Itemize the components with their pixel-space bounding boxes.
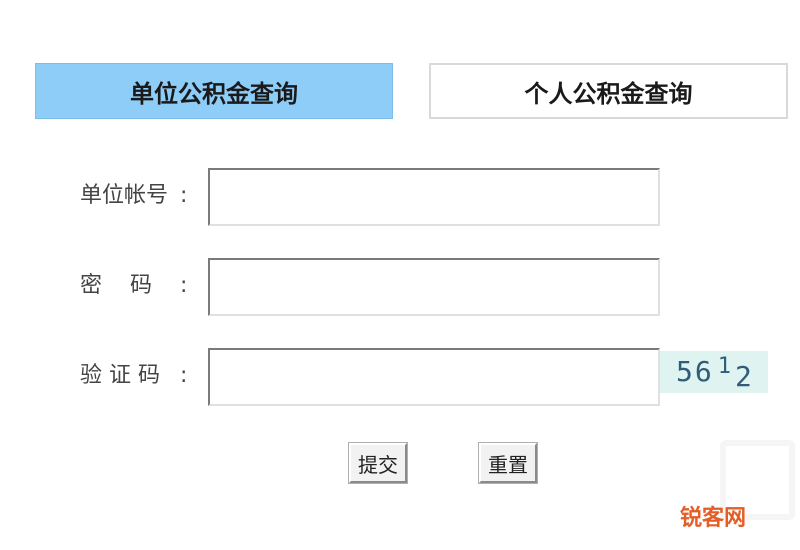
account-input[interactable] [208, 168, 660, 226]
password-colon: : [180, 273, 188, 298]
captcha-input[interactable] [208, 348, 660, 406]
account-label: 单位帐号 [80, 183, 169, 208]
captcha-digit: 1 [717, 353, 733, 379]
tab-unit-query-label: 单位公积金查询 [130, 79, 298, 108]
tab-unit-query[interactable]: 单位公积金查询 [35, 63, 393, 119]
account-colon: : [180, 183, 188, 208]
watermark-text: 锐客网 [680, 506, 747, 531]
captcha-digit: 6 [694, 354, 714, 388]
tab-personal-query[interactable]: 个人公积金查询 [429, 63, 788, 119]
captcha-digit: 5 [676, 354, 695, 388]
captcha-colon: : [180, 363, 188, 388]
captcha-label: 验 证 码 [80, 363, 160, 388]
captcha-image[interactable]: 5 6 1 2 [660, 351, 768, 393]
password-input[interactable] [208, 258, 660, 316]
submit-button[interactable]: 提交 [348, 442, 408, 484]
query-page: 单位公积金查询 个人公积金查询 单位帐号 : 密 码 : 验 证 码 : 5 6… [0, 0, 800, 550]
password-label: 密 码 [80, 273, 152, 298]
tab-personal-query-label: 个人公积金查询 [524, 79, 693, 108]
reset-button[interactable]: 重置 [478, 442, 538, 484]
captcha-digit: 2 [734, 359, 754, 393]
